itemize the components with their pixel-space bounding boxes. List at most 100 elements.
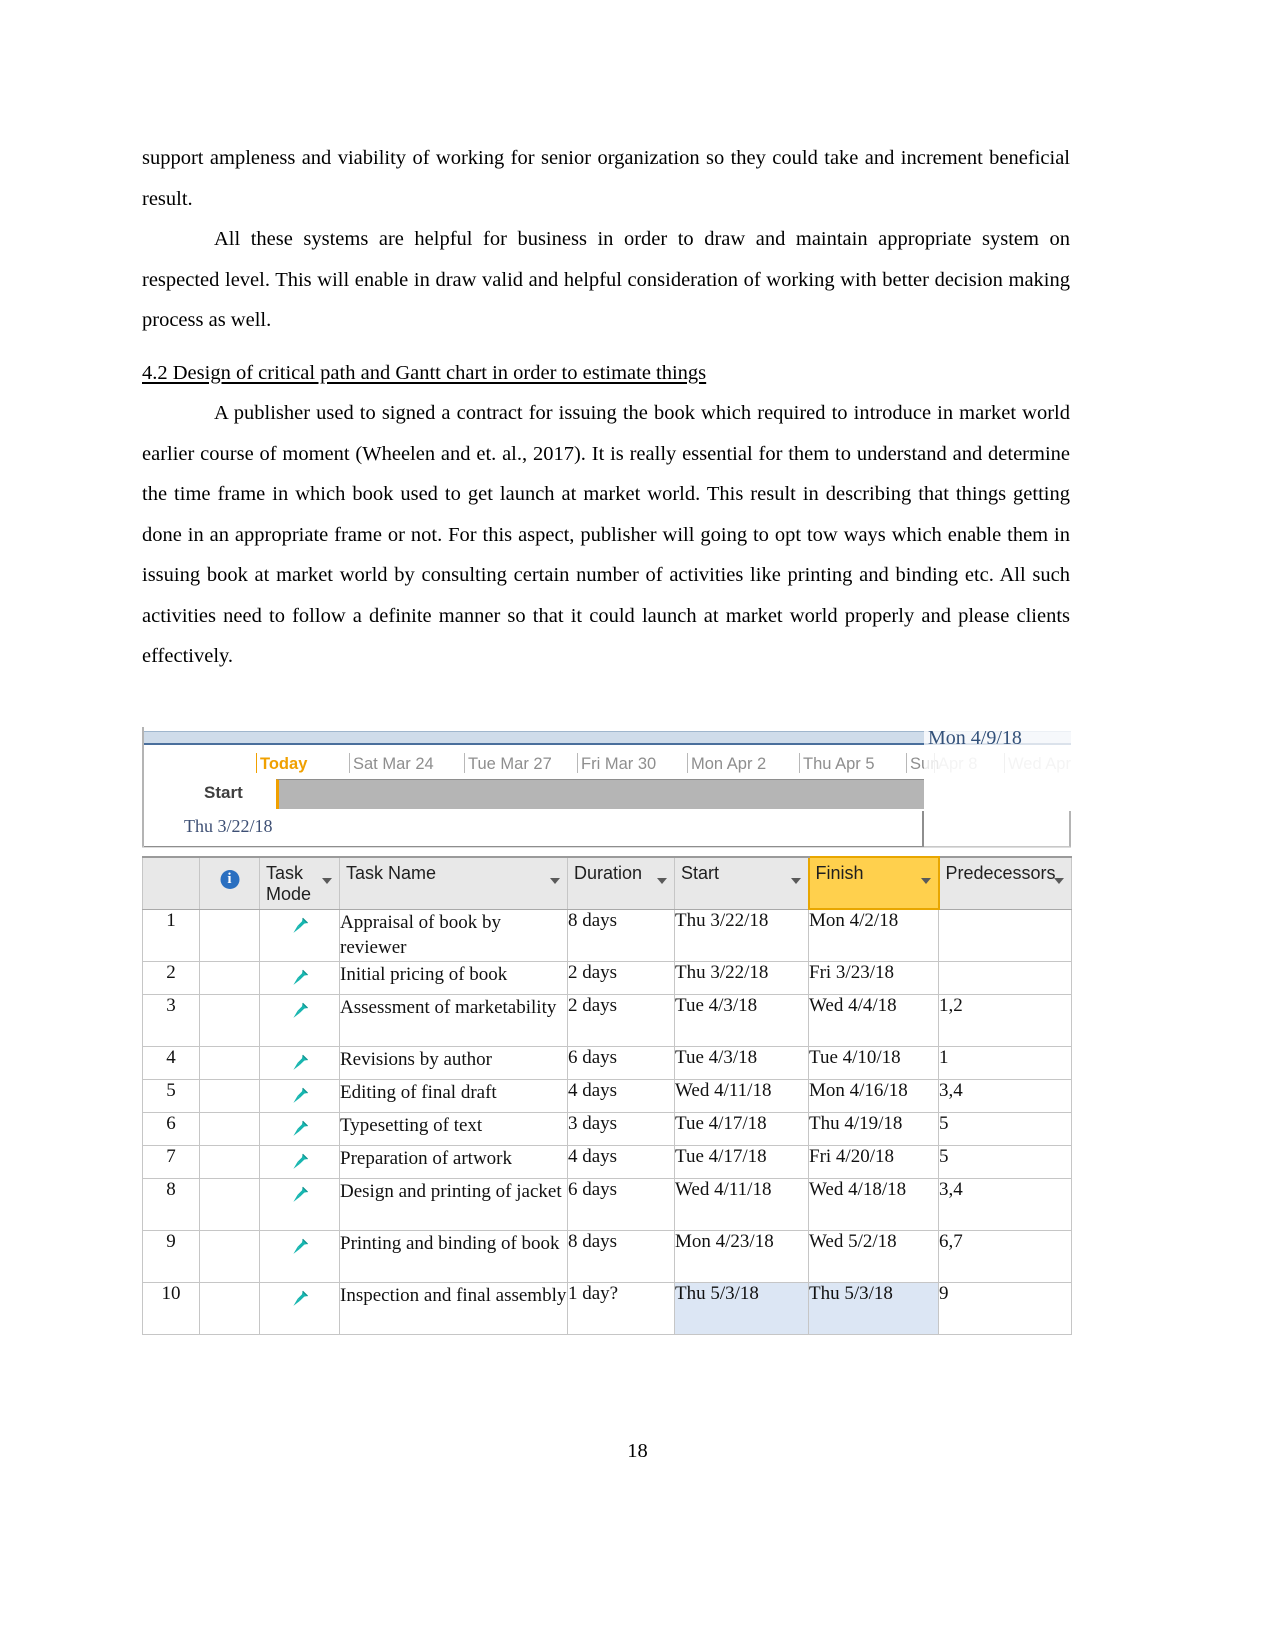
row-task-name-cell[interactable]: Appraisal of book by reviewer (339, 908, 568, 962)
row-finish-cell[interactable]: Wed 5/2/18 (808, 1229, 939, 1283)
row-indicator-cell[interactable] (199, 1281, 260, 1335)
row-task-name-cell[interactable]: Assessment of marketability (339, 993, 568, 1047)
row-start-cell[interactable]: Thu 3/22/18 (674, 908, 809, 962)
table-row[interactable]: 10 Inspection and final assembly 1 day? Thu… (142, 1281, 1072, 1335)
row-predecessors-cell[interactable]: 6,7 (938, 1229, 1072, 1283)
row-start-cell[interactable]: Wed 4/11/18 (674, 1078, 809, 1113)
table-row[interactable]: 3 Assessment of marketability 2 days Tue 4/… (142, 993, 1072, 1047)
table-row[interactable]: 4 Revisions by author 6 days Tue 4/3/18 Tue … (142, 1045, 1072, 1080)
chevron-down-icon[interactable] (322, 878, 332, 884)
row-predecessors-cell[interactable]: 3,4 (938, 1177, 1072, 1231)
table-row[interactable]: 5 Editing of final draft 4 days Wed 4/11/18… (142, 1078, 1072, 1113)
row-indicator-cell[interactable] (199, 960, 260, 995)
row-duration-cell[interactable]: 4 days (567, 1078, 675, 1113)
table-row[interactable]: 9 Printing and binding of book 8 days Mon 4… (142, 1229, 1072, 1283)
row-finish-cell[interactable]: Fri 4/20/18 (808, 1144, 939, 1179)
chevron-down-icon[interactable] (657, 878, 667, 884)
row-finish-cell[interactable]: Thu 5/3/18 (808, 1281, 939, 1335)
row-indicator-cell[interactable] (199, 1111, 260, 1146)
row-predecessors-cell[interactable]: 5 (938, 1144, 1072, 1179)
row-start-cell[interactable]: Thu 3/22/18 (674, 960, 809, 995)
chevron-down-icon[interactable] (550, 878, 560, 884)
row-task-name-cell[interactable]: Inspection and final assembly (339, 1281, 568, 1335)
row-task-mode-cell[interactable] (259, 1281, 340, 1335)
column-header-id[interactable] (142, 856, 200, 910)
row-start-cell[interactable]: Tue 4/17/18 (674, 1144, 809, 1179)
document-page: support ampleness and viability of worki… (0, 0, 1275, 1650)
table-row[interactable]: 7 Preparation of artwork 4 days Tue 4/17/18… (142, 1144, 1072, 1179)
row-duration-cell[interactable]: 3 days (567, 1111, 675, 1146)
timeline-project-bar[interactable] (276, 779, 924, 809)
row-predecessors-cell[interactable]: 9 (938, 1281, 1072, 1335)
row-task-name-cell[interactable]: Revisions by author (339, 1045, 568, 1080)
table-row[interactable]: 8 Design and printing of jacket 6 days Wed … (142, 1177, 1072, 1231)
row-duration-cell[interactable]: 6 days (567, 1045, 675, 1080)
row-indicator-cell[interactable] (199, 1144, 260, 1179)
row-indicator-cell[interactable] (199, 908, 260, 962)
row-finish-cell[interactable]: Wed 4/4/18 (808, 993, 939, 1047)
column-header-information[interactable]: i (199, 856, 260, 910)
row-duration-cell[interactable]: 8 days (567, 1229, 675, 1283)
row-id-cell: 5 (142, 1078, 200, 1113)
row-predecessors-cell[interactable]: 1 (938, 1045, 1072, 1080)
row-start-cell[interactable]: Thu 5/3/18 (674, 1281, 809, 1335)
column-header-start[interactable]: Start (674, 856, 809, 910)
row-task-mode-cell[interactable] (259, 1144, 340, 1179)
row-task-mode-cell[interactable] (259, 1045, 340, 1080)
column-header-duration[interactable]: Duration (567, 856, 675, 910)
row-task-mode-cell[interactable] (259, 1111, 340, 1146)
timeline-today-marker: Today (256, 753, 307, 774)
chevron-down-icon[interactable] (790, 878, 801, 884)
row-finish-cell[interactable]: Fri 3/23/18 (808, 960, 939, 995)
row-duration-cell[interactable]: 4 days (567, 1144, 675, 1179)
chevron-down-icon[interactable] (920, 878, 931, 884)
row-task-mode-cell[interactable] (259, 908, 340, 962)
row-finish-cell[interactable]: Thu 4/19/18 (808, 1111, 939, 1146)
timeline-strip[interactable]: Today Sat Mar 24 Tue Mar 27 Fri Mar 30 M… (142, 727, 1071, 811)
chevron-down-icon[interactable] (1054, 878, 1064, 884)
row-start-cell[interactable]: Mon 4/23/18 (674, 1229, 809, 1283)
row-task-mode-cell[interactable] (259, 1177, 340, 1231)
table-row[interactable]: 1 Appraisal of book by reviewer 8 days Thu … (142, 908, 1072, 962)
column-header-task-mode[interactable]: Task Mode (259, 856, 340, 910)
row-indicator-cell[interactable] (199, 1229, 260, 1283)
column-header-finish[interactable]: Finish (807, 856, 940, 910)
row-indicator-cell[interactable] (199, 1045, 260, 1080)
row-duration-cell[interactable]: 6 days (567, 1177, 675, 1231)
row-task-mode-cell[interactable] (259, 1078, 340, 1113)
row-start-cell[interactable]: Tue 4/17/18 (674, 1111, 809, 1146)
row-id-cell: 3 (142, 993, 200, 1047)
column-header-predecessors[interactable]: Predecessors (938, 856, 1072, 910)
row-duration-cell[interactable]: 8 days (567, 908, 675, 962)
row-task-name-cell[interactable]: Preparation of artwork (339, 1144, 568, 1179)
row-start-cell[interactable]: Wed 4/11/18 (674, 1177, 809, 1231)
table-row[interactable]: 6 Typesetting of text 3 days Tue 4/17/18 Thu… (142, 1111, 1072, 1146)
row-indicator-cell[interactable] (199, 993, 260, 1047)
row-task-mode-cell[interactable] (259, 993, 340, 1047)
row-indicator-cell[interactable] (199, 1078, 260, 1113)
table-row[interactable]: 2 Initial pricing of book 2 days Thu 3/22/1… (142, 960, 1072, 995)
row-predecessors-cell[interactable] (938, 908, 1072, 962)
row-task-name-cell[interactable]: Editing of final draft (339, 1078, 568, 1113)
row-finish-cell[interactable]: Mon 4/16/18 (808, 1078, 939, 1113)
row-duration-cell[interactable]: 2 days (567, 960, 675, 995)
row-task-mode-cell[interactable] (259, 1229, 340, 1283)
row-duration-cell[interactable]: 2 days (567, 993, 675, 1047)
row-finish-cell[interactable]: Wed 4/18/18 (808, 1177, 939, 1231)
row-start-cell[interactable]: Tue 4/3/18 (674, 993, 809, 1047)
row-finish-cell[interactable]: Mon 4/2/18 (808, 908, 939, 962)
row-task-name-cell[interactable]: Printing and binding of book (339, 1229, 568, 1283)
row-predecessors-cell[interactable]: 5 (938, 1111, 1072, 1146)
row-duration-cell[interactable]: 1 day? (567, 1281, 675, 1335)
row-task-name-cell[interactable]: Typesetting of text (339, 1111, 568, 1146)
row-task-name-cell[interactable]: Initial pricing of book (339, 960, 568, 995)
row-task-name-cell[interactable]: Design and printing of jacket (339, 1177, 568, 1231)
row-indicator-cell[interactable] (199, 1177, 260, 1231)
row-task-mode-cell[interactable] (259, 960, 340, 995)
row-predecessors-cell[interactable]: 3,4 (938, 1078, 1072, 1113)
row-finish-cell[interactable]: Tue 4/10/18 (808, 1045, 939, 1080)
row-predecessors-cell[interactable] (938, 960, 1072, 995)
row-predecessors-cell[interactable]: 1,2 (938, 993, 1072, 1047)
row-start-cell[interactable]: Tue 4/3/18 (674, 1045, 809, 1080)
column-header-task-name[interactable]: Task Name (339, 856, 568, 910)
